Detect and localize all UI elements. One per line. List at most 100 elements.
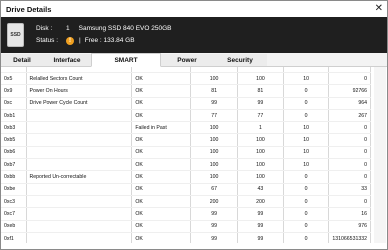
attribute-status: OK — [131, 183, 192, 196]
threshold-value: 0 — [283, 220, 330, 233]
tab-bar: Detail Interface SMART Power Security — [1, 53, 387, 67]
current-value: 67 — [190, 183, 238, 196]
worst-value: 99 — [237, 97, 284, 110]
attribute-status: OK — [131, 84, 192, 98]
table-row[interactable]: 0xc7 OK 99 99 0 16 — [1, 207, 371, 221]
threshold-value: 0 — [283, 84, 330, 98]
attribute-name — [26, 109, 133, 123]
attribute-status: OK — [131, 207, 192, 221]
raw-value: 0 — [328, 72, 371, 86]
drive-summary: Disk : 1 Samsung SSD 840 EVO 250GB Statu… — [36, 23, 171, 47]
threshold-value: 10 — [283, 133, 330, 147]
tab-power[interactable]: Power — [161, 54, 213, 66]
attribute-id: 0xc3 — [1, 195, 27, 209]
worst-value: 200 — [237, 195, 284, 209]
attribute-name — [26, 133, 133, 147]
current-value: 100 — [190, 133, 238, 147]
table-row[interactable]: 0xc Drive Power Cycle Count OK 99 99 0 964 — [1, 97, 371, 110]
table-row[interactable]: 0x5 Relalled Sectors Count OK 100 100 10 0 — [1, 72, 371, 86]
attribute-name — [26, 183, 133, 196]
drive-details-window: Drive Details ✕ SSD Disk : 1 Samsung SSD… — [0, 0, 388, 250]
threshold-value: 0 — [283, 170, 330, 184]
current-value: 77 — [190, 109, 238, 123]
table-row[interactable]: 0x9 Power On Hours OK 81 81 0 92766 — [1, 84, 371, 98]
attribute-name: Reported Un-correctable — [26, 170, 133, 184]
current-value: 81 — [190, 84, 238, 98]
attribute-id: 0x5 — [1, 72, 27, 86]
drive-model: Samsung SSD 840 EVO 250GB — [78, 25, 172, 32]
attribute-id: 0xeb — [1, 220, 27, 233]
threshold-value: 10 — [283, 146, 330, 160]
attribute-id: 0xb7 — [1, 158, 27, 172]
threshold-value: 10 — [283, 158, 330, 172]
current-value: 99 — [190, 220, 238, 233]
raw-value: 16 — [328, 207, 371, 221]
attribute-id: 0x9 — [1, 84, 27, 98]
status-separator: | — [79, 37, 81, 44]
attribute-status: OK — [131, 146, 192, 160]
worst-value: 100 — [237, 146, 284, 160]
table-row[interactable]: 0xb1 OK 77 77 0 267 — [1, 109, 371, 123]
worst-value: 100 — [237, 170, 284, 184]
attribute-name: Power On Hours — [26, 84, 133, 98]
close-icon[interactable]: ✕ — [375, 4, 383, 14]
tab-interface[interactable]: Interface — [43, 54, 91, 66]
raw-value: 964 — [328, 97, 371, 110]
attribute-name — [26, 195, 133, 209]
table-row[interactable]: 0xb3 Failed in Past 100 1 10 0 — [1, 121, 371, 135]
attribute-name — [26, 121, 133, 135]
table-row[interactable]: 0xbe OK 67 43 0 33 — [1, 183, 371, 196]
attribute-id: 0xb6 — [1, 146, 27, 160]
threshold-value: 0 — [283, 232, 330, 243]
threshold-value: 0 — [283, 207, 330, 221]
worst-value: 1 — [237, 121, 284, 135]
current-value: 99 — [190, 97, 238, 110]
worst-value: 99 — [237, 207, 284, 221]
threshold-value: 10 — [283, 121, 330, 135]
worst-value: 100 — [237, 158, 284, 172]
raw-value: 0 — [328, 195, 371, 209]
attribute-id: 0xc — [1, 97, 27, 110]
current-value: 100 — [190, 170, 238, 184]
attribute-status: OK — [131, 72, 192, 86]
worst-value: 99 — [237, 232, 284, 243]
attribute-status: OK — [131, 133, 192, 147]
vertical-scrollbar[interactable] — [374, 67, 386, 243]
attribute-name — [26, 158, 133, 172]
worst-value: 100 — [237, 133, 284, 147]
table-row[interactable]: 0xb7 OK 100 100 10 0 — [1, 158, 371, 172]
raw-value: 33 — [328, 183, 371, 196]
attribute-id: 0xbb — [1, 170, 27, 184]
current-value: 99 — [190, 207, 238, 221]
tab-detail[interactable]: Detail — [1, 54, 43, 66]
tab-security[interactable]: Security — [213, 54, 267, 66]
table-row[interactable]: 0xf1 OK 99 99 0 131066531332 — [1, 232, 371, 243]
disk-number: 1 — [66, 25, 70, 32]
table-row[interactable]: 0xeb OK 99 99 0 976 — [1, 220, 371, 233]
attribute-name — [26, 220, 133, 233]
status-label: Status : — [36, 37, 59, 44]
threshold-value: 0 — [283, 183, 330, 196]
current-value: 100 — [190, 158, 238, 172]
disk-label: Disk : — [36, 25, 53, 32]
worst-value: 81 — [237, 84, 284, 98]
table-row[interactable]: 0xb6 OK 100 100 10 0 — [1, 146, 371, 160]
table-row[interactable]: 0xc3 OK 200 200 0 0 — [1, 195, 371, 209]
raw-value: 267 — [328, 109, 371, 123]
table-row[interactable]: 0xb5 OK 100 100 10 0 — [1, 133, 371, 147]
worst-value: 100 — [237, 72, 284, 86]
current-value: 100 — [190, 72, 238, 86]
attribute-status: OK — [131, 109, 192, 123]
raw-value: 131066531332 — [328, 232, 371, 243]
raw-value: 0 — [328, 133, 371, 147]
smart-table-area: 0x5 Relalled Sectors Count OK 100 100 10 0 0x9 P… — [1, 67, 387, 243]
raw-value: 92766 — [328, 84, 371, 98]
window-title: Drive Details — [6, 4, 52, 14]
current-value: 99 — [190, 232, 238, 243]
tab-smart[interactable]: SMART — [91, 53, 161, 67]
current-value: 200 — [190, 195, 238, 209]
table-row[interactable]: 0xbb Reported Un-correctable OK 100 100 0 0 — [1, 170, 371, 184]
threshold-value: 0 — [283, 97, 330, 110]
smart-table: 0x5 Relalled Sectors Count OK 100 100 10 0 0x9 P… — [1, 67, 371, 243]
threshold-value: 0 — [283, 109, 330, 123]
